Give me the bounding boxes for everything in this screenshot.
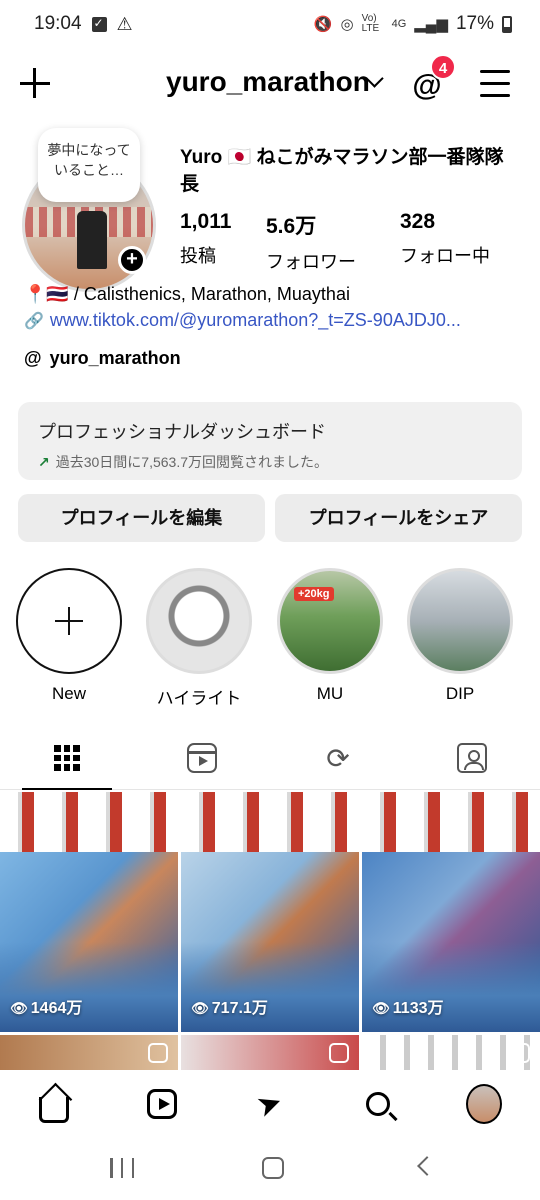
tab-grid[interactable] <box>43 738 91 778</box>
display-name: Yuro 🇯🇵 ねこがみマラソン部一番隊隊長 <box>180 147 504 195</box>
grid-post[interactable]: 👁 717.1万 <box>181 792 359 1032</box>
tab-reels[interactable] <box>178 738 226 778</box>
profile-tabs: ⟳ <box>0 732 540 790</box>
stat-following-value: 328 <box>400 210 436 233</box>
reels-nav-icon <box>147 1089 177 1119</box>
grid-post[interactable] <box>362 1035 540 1070</box>
home-icon <box>39 1097 69 1123</box>
grid-icon <box>54 745 80 771</box>
signal-icon: ▂▄▆ <box>414 16 448 33</box>
threads-small-icon: @ <box>24 348 42 368</box>
stat-followers-label: フォロワー <box>266 252 356 272</box>
professional-dashboard[interactable]: プロフェッショナルダッシュボード ↗ 過去30日間に7,563.7万回閲覧されまし… <box>18 402 522 480</box>
highlight-item[interactable]: ハイライト <box>146 568 252 709</box>
notification-check-icon <box>91 16 107 32</box>
stat-following-label: フォロー中 <box>400 246 490 266</box>
share-profile-button[interactable]: プロフィールをシェア <box>275 494 522 542</box>
stat-posts-value: 1,011 <box>180 210 232 233</box>
back-icon[interactable] <box>417 1156 437 1176</box>
mute-icon: 🔇 <box>313 16 333 33</box>
note-bubble[interactable]: 夢中になっていること… <box>38 128 140 202</box>
tab-reposts[interactable]: ⟳ <box>314 738 362 778</box>
stat-posts-label: 投稿 <box>180 246 216 266</box>
repost-icon: ⟳ <box>326 742 350 774</box>
eye-icon: 👁 <box>191 1000 209 1016</box>
new-highlight-circle[interactable] <box>16 568 122 674</box>
highlight-label: New <box>51 684 86 703</box>
post-views: 👁 1464万 <box>10 1000 83 1017</box>
battery-icon <box>502 15 512 33</box>
highlight-new[interactable]: New <box>16 568 122 704</box>
grid-post[interactable] <box>181 1035 359 1070</box>
link-icon: 🔗 <box>24 313 44 330</box>
system-home-icon[interactable] <box>262 1157 284 1179</box>
edit-profile-button[interactable]: プロフィールを編集 <box>18 494 265 542</box>
status-bar: 19:04 ⚠ 🔇 ◎ Vo) LTE 4G ▂▄▆ 17% <box>0 0 540 48</box>
dashboard-subtitle: 過去30日間に7,563.7万回閲覧されました。 <box>55 454 329 470</box>
highlight-label: MU <box>316 684 344 703</box>
hotspot-icon: ◎ <box>340 16 354 33</box>
add-story-plus-icon[interactable]: + <box>118 246 146 274</box>
highlight-thumbnail <box>407 568 513 674</box>
tab-tagged[interactable] <box>448 738 496 778</box>
dashboard-subtitle-row: ↗ 過去30日間に7,563.7万回閲覧されました。 <box>38 452 502 472</box>
highlight-thumbnail <box>146 568 252 674</box>
nav-messages[interactable]: ➤ <box>252 1084 288 1124</box>
create-plus-icon[interactable] <box>18 62 52 106</box>
volte-label: Vo) LTE <box>361 13 380 34</box>
bio-link[interactable]: 🔗 www.tiktok.com/@yuromarathon?_t=ZS-90AJ… <box>24 310 461 331</box>
bio-text: 📍🇹🇭 / Calisthenics, Marathon, Muaythai <box>24 284 350 304</box>
bottom-navigation: ➤ <box>0 1070 540 1136</box>
highlight-label: ハイライト <box>156 689 242 708</box>
highlight-thumbnail: +20kg <box>277 568 383 674</box>
plus-icon <box>55 607 83 635</box>
highlight-item[interactable]: DIP <box>407 568 513 704</box>
eye-icon: 👁 <box>372 1000 390 1016</box>
nav-reels[interactable] <box>144 1086 180 1122</box>
avatar-figure-image <box>77 211 107 269</box>
threads-profile-link[interactable]: @ yuro_marathon <box>24 348 181 369</box>
search-icon <box>366 1092 390 1116</box>
send-icon: ➤ <box>252 1084 288 1124</box>
highlight-badge: +20kg <box>294 587 334 601</box>
highlight-item[interactable]: +20kg MU <box>277 568 383 704</box>
tagged-person-icon <box>457 743 487 773</box>
stat-following[interactable]: 328 フォロー中 <box>400 210 490 268</box>
grid-post[interactable] <box>0 1035 178 1070</box>
stat-followers-value: 5.6万 <box>266 215 317 238</box>
reel-mark-icon <box>329 1043 349 1063</box>
nav-profile[interactable] <box>466 1084 502 1124</box>
system-navigation <box>0 1140 540 1200</box>
eye-icon: 👁 <box>10 1000 28 1016</box>
warning-icon: ⚠ <box>116 13 133 34</box>
network-type: 4G <box>391 18 407 30</box>
recent-apps-icon[interactable] <box>110 1158 134 1178</box>
stat-posts[interactable]: 1,011 投稿 <box>180 210 231 268</box>
threads-handle: yuro_marathon <box>49 348 181 368</box>
grid-post[interactable]: 👁 1464万 <box>0 792 178 1032</box>
menu-icon[interactable] <box>480 70 510 98</box>
nav-search[interactable] <box>360 1086 396 1122</box>
grid-post[interactable]: 👁 1133万 <box>362 792 540 1032</box>
post-views: 👁 1133万 <box>372 1000 444 1017</box>
reel-mark-icon <box>510 1043 530 1063</box>
profile-avatar-icon <box>466 1084 502 1124</box>
reels-icon <box>187 743 217 773</box>
notification-badge: 4 <box>430 54 456 80</box>
battery-percent: 17% <box>455 13 494 34</box>
profile-header: yuro_marathon @ 4 <box>0 54 540 110</box>
dashboard-title: プロフェッショナルダッシュボード <box>38 422 326 442</box>
nav-home[interactable] <box>36 1086 72 1123</box>
highlight-label: DIP <box>445 684 475 703</box>
active-tab-indicator <box>22 788 112 790</box>
trend-up-icon: ↗ <box>38 454 50 470</box>
post-views: 👁 717.1万 <box>191 1000 268 1017</box>
username-switcher[interactable]: yuro_marathon <box>166 66 370 98</box>
status-time: 19:04 <box>34 13 82 34</box>
bio-link-text: www.tiktok.com/@yuromarathon?_t=ZS-90AJD… <box>49 310 461 330</box>
stat-followers[interactable]: 5.6万 フォロワー <box>266 210 356 274</box>
reel-mark-icon <box>148 1043 168 1063</box>
